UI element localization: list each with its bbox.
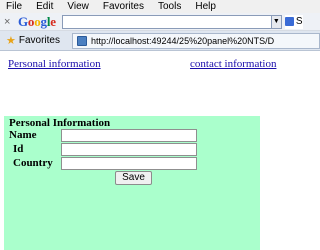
personal-information-link[interactable]: Personal information: [8, 58, 101, 70]
chevron-down-icon[interactable]: ▼: [271, 14, 282, 29]
google-toolbar: × Google ▼ S: [0, 13, 320, 31]
id-label: Id: [13, 143, 24, 155]
menu-file[interactable]: File: [6, 1, 22, 12]
close-x-icon[interactable]: ×: [4, 16, 14, 28]
name-label: Name: [9, 129, 37, 141]
favorites-button[interactable]: Favorites: [19, 35, 60, 46]
menu-help[interactable]: Help: [195, 1, 216, 12]
country-input[interactable]: [61, 157, 197, 170]
save-button[interactable]: Save: [115, 171, 152, 185]
menu-edit[interactable]: Edit: [36, 1, 53, 12]
menu-view[interactable]: View: [67, 1, 89, 12]
menu-tools[interactable]: Tools: [158, 1, 181, 12]
contact-information-link[interactable]: contact information: [190, 58, 276, 70]
panel-title: Personal Information: [9, 117, 111, 129]
google-logo: Google: [18, 13, 56, 29]
menu-favorites[interactable]: Favorites: [103, 1, 144, 12]
page-tab-url: http://localhost:49244/25%20panel%20NTS/…: [91, 35, 275, 46]
search-icon: [284, 17, 294, 26]
search-button[interactable]: S: [284, 14, 303, 29]
star-icon: ★: [6, 35, 16, 47]
page-tab[interactable]: http://localhost:49244/25%20panel%20NTS/…: [72, 32, 320, 49]
page-icon: [77, 35, 87, 46]
google-search-input[interactable]: [61, 14, 272, 29]
menu-bar: File Edit View Favorites Tools Help: [0, 0, 320, 13]
personal-information-panel: Personal Information Name Id Country Sav…: [4, 116, 260, 250]
favorites-bar: ★ Favorites http://localhost:49244/25%20…: [0, 31, 320, 51]
name-input[interactable]: [61, 129, 197, 142]
country-label: Country: [13, 157, 53, 169]
search-button-label: S: [295, 16, 303, 27]
id-input[interactable]: [61, 143, 197, 156]
